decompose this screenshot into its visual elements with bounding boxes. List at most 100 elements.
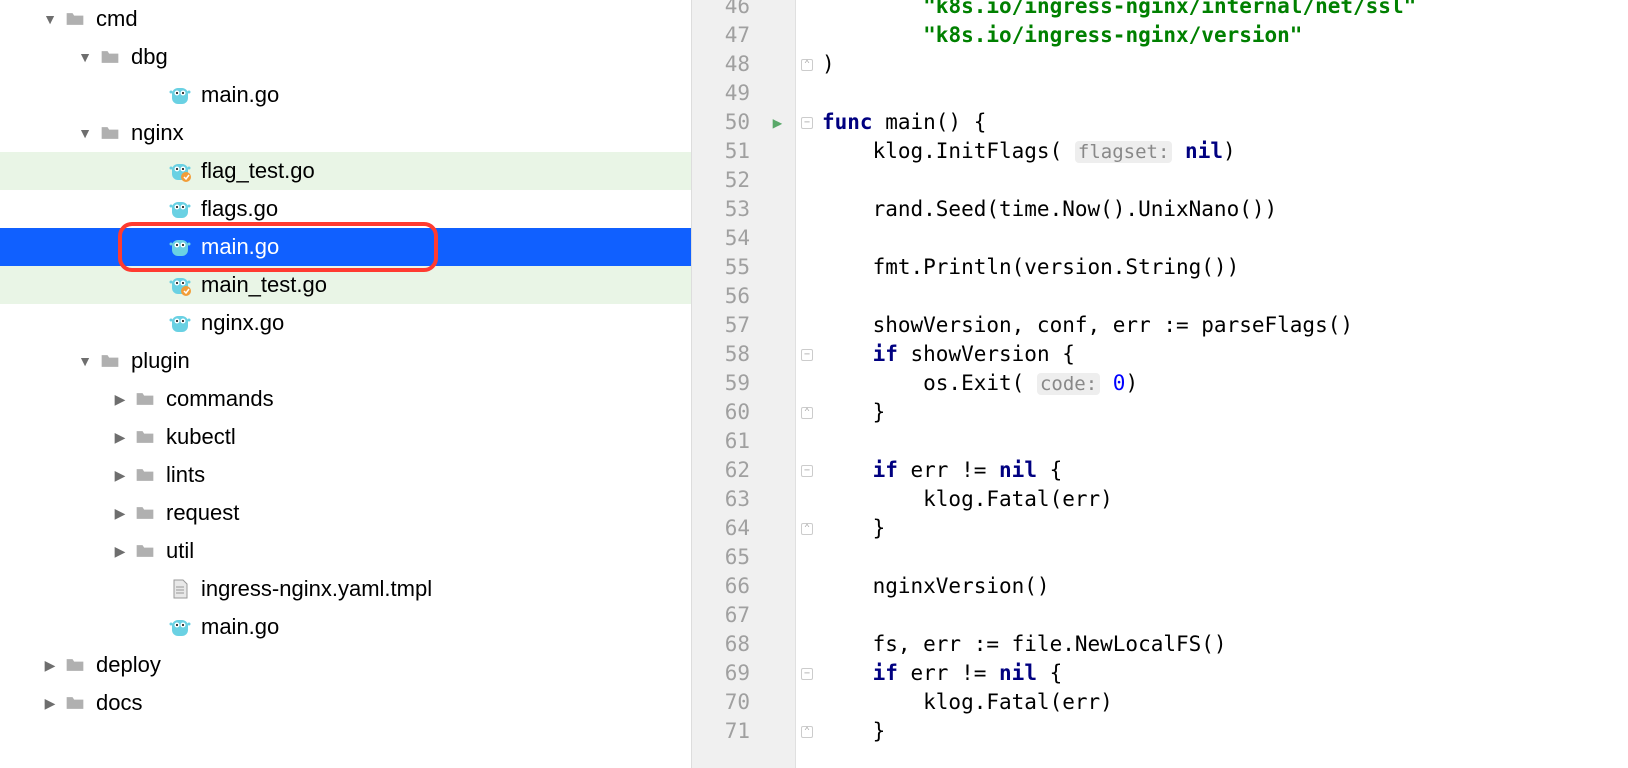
- code-line[interactable]: if showVersion {: [822, 340, 1628, 369]
- code-line[interactable]: ): [822, 50, 1628, 79]
- code-line[interactable]: "k8s.io/ingress-nginx/version": [822, 21, 1628, 50]
- code-line[interactable]: func main() {: [822, 108, 1628, 137]
- chevron-right-icon[interactable]: ▶: [40, 695, 60, 712]
- code-line[interactable]: "k8s.io/ingress-nginx/internal/net/ssl": [822, 0, 1628, 21]
- tree-item-docs[interactable]: ▶ docs: [0, 684, 691, 722]
- chevron-down-icon[interactable]: ▼: [75, 353, 95, 369]
- tree-item-label: docs: [96, 690, 142, 716]
- run-gutter-icon[interactable]: ▶: [760, 108, 795, 137]
- tree-item-label: dbg: [131, 44, 168, 70]
- chevron-right-icon[interactable]: ▶: [110, 543, 130, 560]
- code-line[interactable]: klog.InitFlags( flagset: nil): [822, 137, 1628, 166]
- folder-icon: [132, 500, 158, 526]
- tree-item-main-go[interactable]: ▶main.go: [0, 76, 691, 114]
- tree-item-main-go[interactable]: ▶main.go: [0, 228, 691, 266]
- tree-item-label: main.go: [201, 614, 279, 640]
- go-file-icon: [167, 234, 193, 260]
- code-line[interactable]: }: [822, 717, 1628, 746]
- tree-item-deploy[interactable]: ▶ deploy: [0, 646, 691, 684]
- chevron-down-icon[interactable]: ▼: [75, 125, 95, 141]
- code-area[interactable]: "k8s.io/ingress-nginx/internal/net/ssl" …: [818, 0, 1628, 768]
- chevron-down-icon[interactable]: ▼: [40, 11, 60, 27]
- chevron-down-icon[interactable]: ▼: [75, 49, 95, 65]
- code-line[interactable]: rand.Seed(time.Now().UnixNano()): [822, 195, 1628, 224]
- line-number: 69: [692, 659, 750, 688]
- code-line[interactable]: }: [822, 514, 1628, 543]
- fold-toggle-icon[interactable]: −: [796, 456, 818, 485]
- code-line[interactable]: [822, 282, 1628, 311]
- folder-icon: [132, 386, 158, 412]
- tree-item-label: main_test.go: [201, 272, 327, 298]
- tree-item-label: lints: [166, 462, 205, 488]
- code-line[interactable]: [822, 543, 1628, 572]
- code-editor[interactable]: 4647484950515253545556575859606162636465…: [692, 0, 1628, 768]
- code-line[interactable]: [822, 601, 1628, 630]
- code-line[interactable]: if err != nil {: [822, 456, 1628, 485]
- line-number: 49: [692, 79, 750, 108]
- tree-item-main-go[interactable]: ▶main.go: [0, 608, 691, 646]
- code-line[interactable]: os.Exit( code: 0): [822, 369, 1628, 398]
- tree-item-label: request: [166, 500, 239, 526]
- line-number: 53: [692, 195, 750, 224]
- line-number: 46: [692, 0, 750, 21]
- code-line[interactable]: klog.Fatal(err): [822, 688, 1628, 717]
- fold-end-icon[interactable]: ⌃: [796, 717, 818, 746]
- fold-toggle-icon[interactable]: −: [796, 108, 818, 137]
- line-number: 52: [692, 166, 750, 195]
- tree-item-nginx[interactable]: ▼nginx: [0, 114, 691, 152]
- chevron-right-icon[interactable]: ▶: [110, 391, 130, 408]
- code-line[interactable]: showVersion, conf, err := parseFlags(): [822, 311, 1628, 340]
- line-number: 57: [692, 311, 750, 340]
- code-line[interactable]: nginxVersion(): [822, 572, 1628, 601]
- code-line[interactable]: [822, 166, 1628, 195]
- tree-item-label: flags.go: [201, 196, 278, 222]
- project-tree[interactable]: ▼cmd▼dbg▶main.go▼nginx▶flag_test.go▶flag…: [0, 0, 692, 768]
- tree-item-util[interactable]: ▶util: [0, 532, 691, 570]
- tree-item-plugin[interactable]: ▼plugin: [0, 342, 691, 380]
- folder-icon: [132, 538, 158, 564]
- tree-item-lints[interactable]: ▶ lints: [0, 456, 691, 494]
- fold-end-icon[interactable]: ⌃: [796, 50, 818, 79]
- code-line[interactable]: fs, err := file.NewLocalFS(): [822, 630, 1628, 659]
- tree-item-request[interactable]: ▶ request: [0, 494, 691, 532]
- tree-item-dbg[interactable]: ▼ dbg: [0, 38, 691, 76]
- tree-item-commands[interactable]: ▶commands: [0, 380, 691, 418]
- tree-item-ingress-nginx-yaml-tmpl[interactable]: ▶ingress-nginx.yaml.tmpl: [0, 570, 691, 608]
- tree-item-label: nginx.go: [201, 310, 284, 336]
- tree-item-label: deploy: [96, 652, 161, 678]
- code-line[interactable]: [822, 427, 1628, 456]
- code-line[interactable]: if err != nil {: [822, 659, 1628, 688]
- code-line[interactable]: [822, 79, 1628, 108]
- fold-end-icon[interactable]: ⌃: [796, 514, 818, 543]
- go-test-file-icon: [167, 272, 193, 298]
- chevron-right-icon[interactable]: ▶: [110, 429, 130, 446]
- line-number: 71: [692, 717, 750, 746]
- tree-item-flag-test-go[interactable]: ▶flag_test.go: [0, 152, 691, 190]
- tree-item-main-test-go[interactable]: ▶main_test.go: [0, 266, 691, 304]
- tree-item-kubectl[interactable]: ▶kubectl: [0, 418, 691, 456]
- tree-item-label: main.go: [201, 82, 279, 108]
- line-number: 66: [692, 572, 750, 601]
- file-icon: [167, 576, 193, 602]
- line-number: 63: [692, 485, 750, 514]
- line-number-gutter: 4647484950515253545556575859606162636465…: [692, 0, 760, 768]
- fold-toggle-icon[interactable]: −: [796, 340, 818, 369]
- chevron-right-icon[interactable]: ▶: [110, 467, 130, 484]
- tree-item-nginx-go[interactable]: ▶nginx.go: [0, 304, 691, 342]
- fold-gutter[interactable]: ⌃ − − ⌃ − ⌃ − ⌃: [796, 0, 818, 768]
- folder-icon: [97, 348, 123, 374]
- folder-icon: [132, 424, 158, 450]
- fold-end-icon[interactable]: ⌃: [796, 398, 818, 427]
- code-line[interactable]: fmt.Println(version.String()): [822, 253, 1628, 282]
- tree-item-flags-go[interactable]: ▶flags.go: [0, 190, 691, 228]
- tree-item-label: flag_test.go: [201, 158, 315, 184]
- code-line[interactable]: klog.Fatal(err): [822, 485, 1628, 514]
- tree-item-cmd[interactable]: ▼cmd: [0, 0, 691, 38]
- line-number: 59: [692, 369, 750, 398]
- run-gutter[interactable]: ▶: [760, 0, 796, 768]
- fold-toggle-icon[interactable]: −: [796, 659, 818, 688]
- chevron-right-icon[interactable]: ▶: [40, 657, 60, 674]
- code-line[interactable]: [822, 224, 1628, 253]
- code-line[interactable]: }: [822, 398, 1628, 427]
- chevron-right-icon[interactable]: ▶: [110, 505, 130, 522]
